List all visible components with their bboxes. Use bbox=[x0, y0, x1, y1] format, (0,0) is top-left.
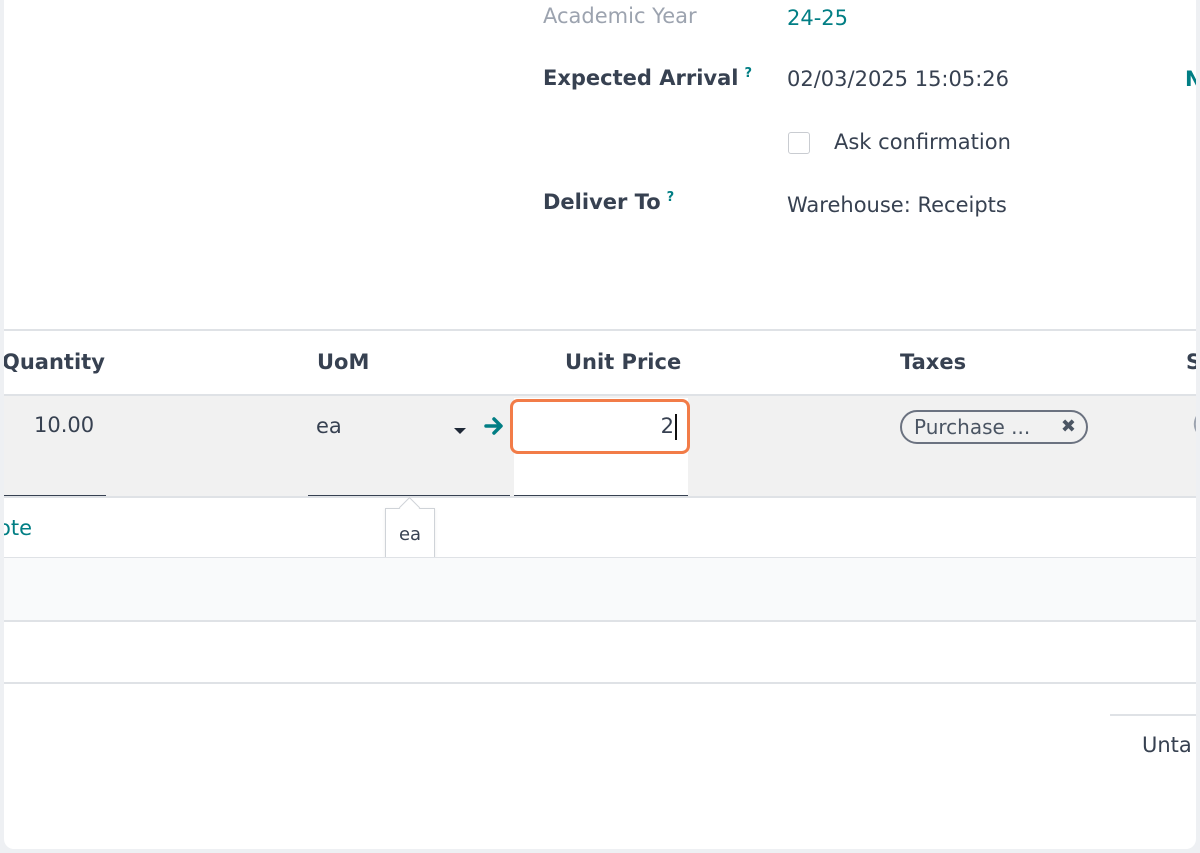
column-header-taxes[interactable]: Taxes bbox=[900, 350, 966, 374]
quantity-field[interactable]: 10.00 bbox=[34, 413, 94, 437]
add-note-link[interactable]: ote bbox=[4, 516, 32, 540]
arrow-right-icon[interactable] bbox=[484, 414, 506, 442]
tax-tag-label: Purchase ... bbox=[914, 415, 1031, 439]
deliver-to-label: Deliver To? bbox=[543, 190, 674, 214]
close-icon[interactable]: ✖ bbox=[1061, 412, 1076, 442]
table-top-divider bbox=[4, 329, 1196, 331]
help-tooltip-icon[interactable]: ? bbox=[744, 66, 752, 81]
expected-arrival-field[interactable]: 02/03/2025 15:05:26 bbox=[787, 67, 1009, 91]
empty-row bbox=[4, 558, 1196, 620]
deliver-to-label-text: Deliver To bbox=[543, 190, 661, 214]
column-header-quantity[interactable]: Quantity bbox=[4, 350, 105, 374]
column-header-unit-price[interactable]: Unit Price bbox=[565, 350, 681, 374]
totals-divider bbox=[1110, 714, 1196, 716]
chevron-down-icon[interactable] bbox=[453, 421, 467, 440]
tax-tag[interactable]: Purchase ... ✖ bbox=[900, 410, 1088, 444]
table-bottom-divider bbox=[4, 682, 1196, 684]
expected-arrival-label-text: Expected Arrival bbox=[543, 66, 739, 90]
unit-price-input[interactable]: 2 bbox=[510, 399, 690, 454]
text-cursor bbox=[675, 414, 677, 440]
expected-arrival-label: Expected Arrival? bbox=[543, 66, 752, 90]
academic-year-value[interactable]: 24-25 bbox=[787, 6, 848, 30]
uom-tooltip: ea bbox=[385, 508, 435, 560]
ask-confirmation-checkbox[interactable] bbox=[788, 132, 810, 154]
help-tooltip-icon[interactable]: ? bbox=[667, 190, 675, 205]
column-header-uom[interactable]: UoM bbox=[317, 350, 369, 374]
untaxed-amount-label: Unta bbox=[1142, 733, 1192, 757]
academic-year-label: Academic Year bbox=[543, 4, 697, 28]
ask-confirmation-label: Ask confirmation bbox=[834, 130, 1011, 154]
unit-price-value: 2 bbox=[660, 414, 674, 438]
row-divider bbox=[4, 620, 1196, 622]
row-right-fragment: ( bbox=[1192, 412, 1196, 436]
uom-field[interactable]: ea bbox=[316, 414, 342, 438]
row-divider bbox=[4, 496, 1196, 498]
column-header-cut-off[interactable]: S bbox=[1186, 350, 1196, 374]
deliver-to-field[interactable]: Warehouse: Receipts bbox=[787, 193, 1007, 217]
purchase-order-form: Academic Year 24-25 Expected Arrival? 02… bbox=[4, 0, 1196, 849]
right-edge-link[interactable]: N bbox=[1185, 67, 1196, 91]
